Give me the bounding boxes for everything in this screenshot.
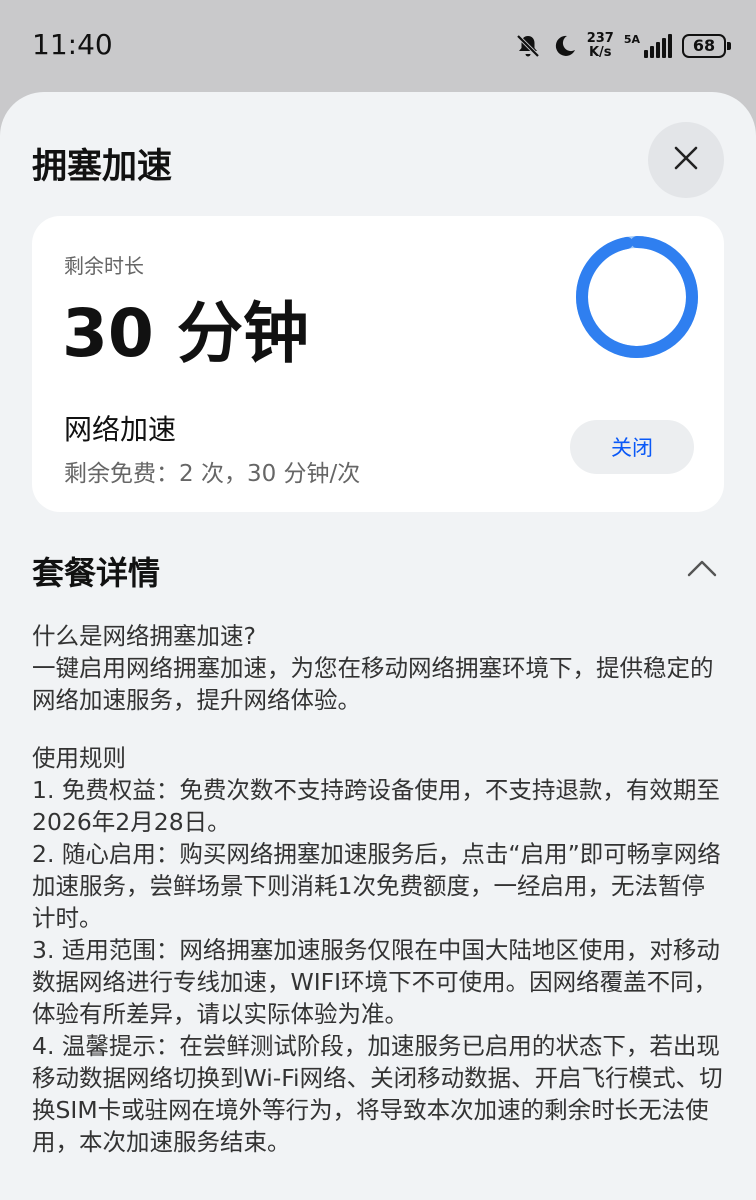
sheet-title: 拥塞加速 xyxy=(32,147,173,187)
network-acceleration-title: 网络加速 xyxy=(64,413,177,446)
what-is-title: 什么是网络拥塞加速? xyxy=(32,622,256,650)
rule-item: 4. 温馨提示：在尝鲜测试阶段，加速服务已启用的状态下，若出现移动数据网络切换到… xyxy=(32,1032,723,1156)
mute-bell-icon xyxy=(515,33,541,59)
remaining-time-ring xyxy=(576,236,698,358)
remaining-time-value: 30 分钟 xyxy=(62,295,309,372)
network-speed: 237 K/s xyxy=(587,32,614,60)
moon-icon xyxy=(551,33,577,59)
bottom-sheet: 拥塞加速 剩余时长 30 分钟 网络加速 剩余免费：2 次，30 分钟/次 关闭… xyxy=(0,92,756,1200)
battery-icon: 68 xyxy=(682,34,731,58)
package-details-title: 套餐详情 xyxy=(32,554,161,592)
status-icons: 237 K/s 5A 68 xyxy=(515,30,731,62)
free-remaining-text: 剩余免费：2 次，30 分钟/次 xyxy=(64,461,361,487)
rule-item: 2. 随心启用：购买网络拥塞加速服务后，点击“启用”即可畅享网络加速服务，尝鲜场… xyxy=(32,840,721,932)
battery-level: 68 xyxy=(692,36,716,55)
network-speed-unit: K/s xyxy=(588,45,612,60)
package-details: 什么是网络拥塞加速? 一键启用网络拥塞加速，为您在移动网络拥塞环境下，提供稳定的… xyxy=(32,620,726,1158)
signal-label: 5A xyxy=(623,33,640,46)
close-button[interactable] xyxy=(648,122,724,198)
signal-icon: 5A xyxy=(624,34,672,58)
chevron-up-icon[interactable] xyxy=(686,558,718,582)
usage-rules-title: 使用规则 xyxy=(32,744,126,772)
acceleration-card: 剩余时长 30 分钟 网络加速 剩余免费：2 次，30 分钟/次 关闭 xyxy=(32,216,724,512)
status-bar: 11:40 237 K/s 5A 68 xyxy=(0,0,756,92)
network-speed-value: 237 xyxy=(586,31,614,46)
status-time: 11:40 xyxy=(32,28,113,61)
turn-off-button[interactable]: 关闭 xyxy=(570,420,694,474)
rule-item: 3. 适用范围：网络拥塞加速服务仅限在中国大陆地区使用，对移动数据网络进行专线加… xyxy=(32,936,720,1028)
rule-item: 1. 免费权益：免费次数不支持跨设备使用，不支持退款，有效期至2026年2月28… xyxy=(32,776,720,836)
what-is-body: 一键启用网络拥塞加速，为您在移动网络拥塞环境下，提供稳定的网络加速服务，提升网络… xyxy=(32,654,714,714)
remaining-time-label: 剩余时长 xyxy=(64,254,144,278)
close-icon xyxy=(672,144,700,176)
